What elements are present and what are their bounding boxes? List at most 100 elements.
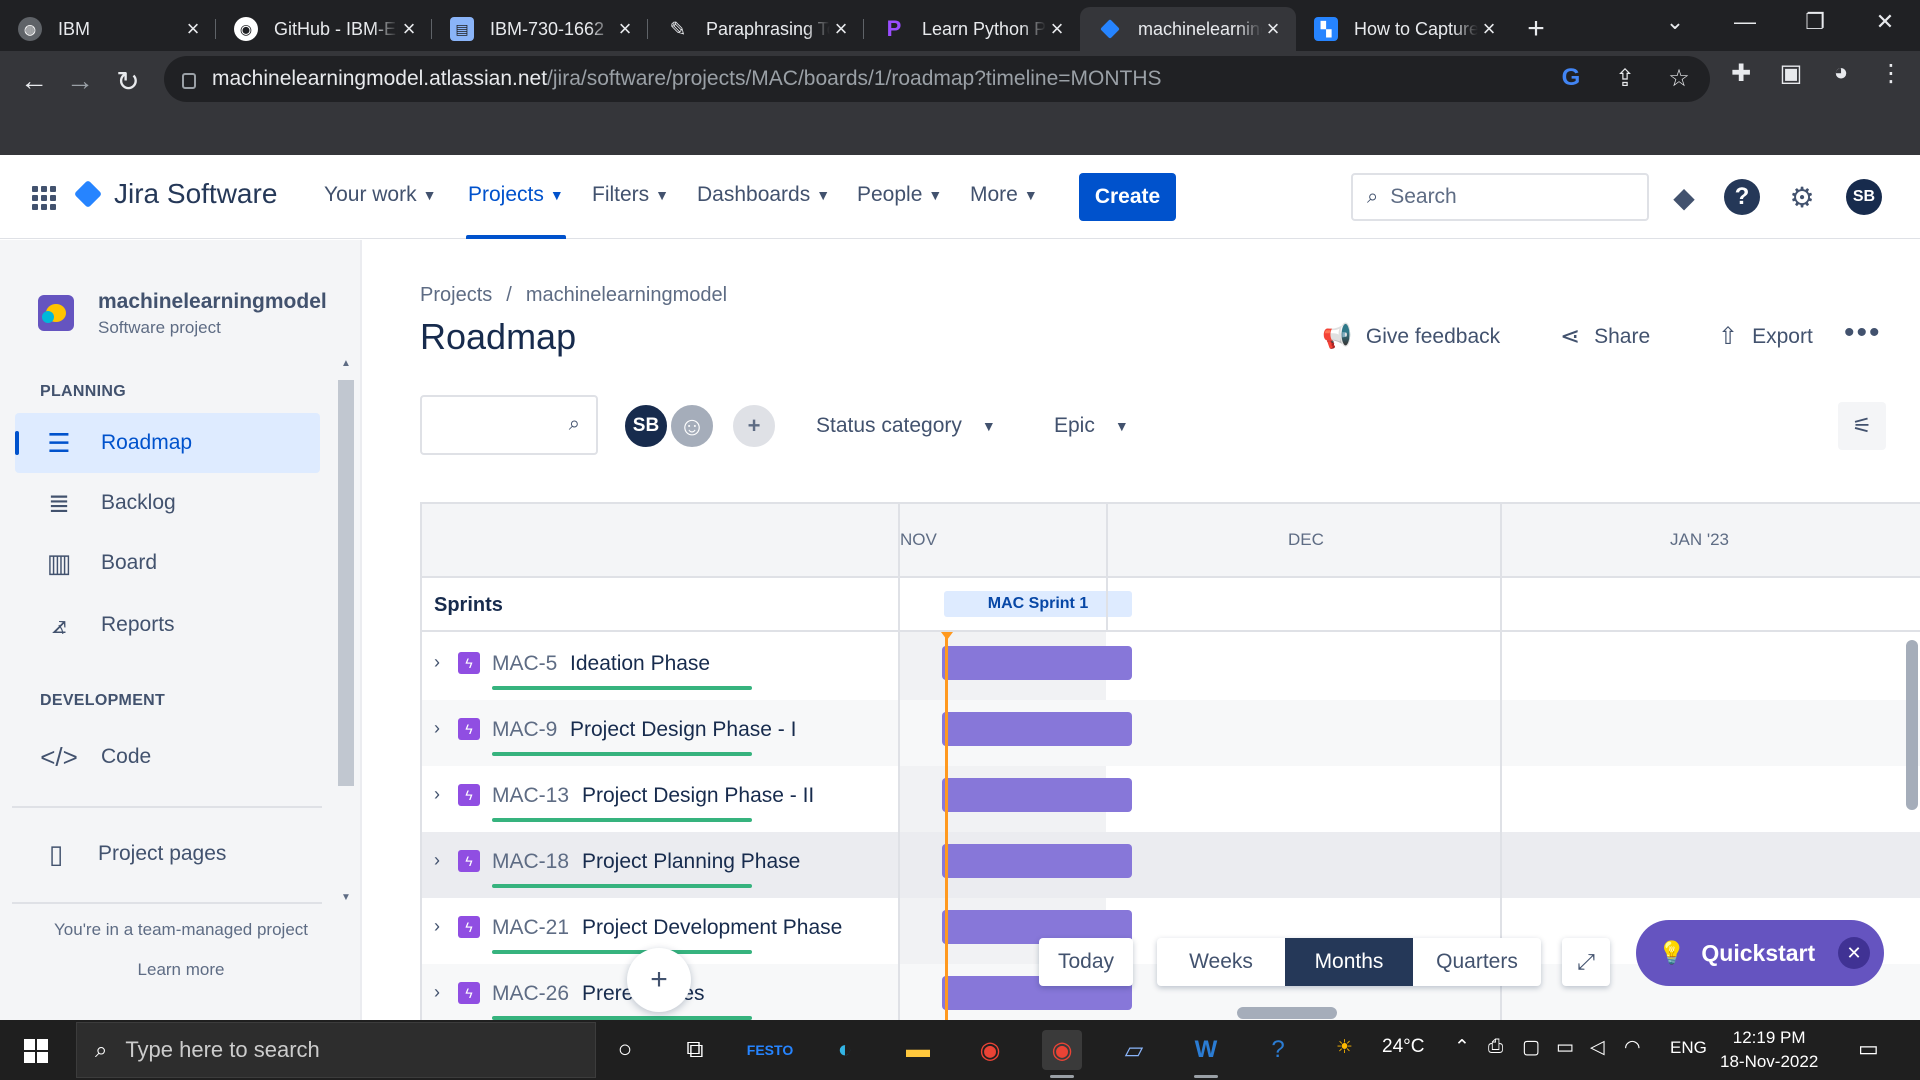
- export-button[interactable]: ⇧ Export: [1718, 322, 1813, 351]
- epic-timeline-bar[interactable]: [942, 778, 1132, 812]
- browser-tab-ibm-730[interactable]: ▤ IBM-730-1662 ×: [432, 7, 648, 51]
- view-settings-icon[interactable]: ⚟: [1838, 402, 1886, 450]
- jira-search-input[interactable]: ⌕ Search: [1351, 173, 1649, 221]
- task-view-icon[interactable]: ⧉: [675, 1030, 715, 1070]
- timeline-horizontal-scrollbar[interactable]: [1237, 1007, 1337, 1019]
- browser-menu-icon[interactable]: ⋮: [1876, 59, 1906, 88]
- close-icon[interactable]: ×: [1478, 16, 1500, 42]
- user-avatar[interactable]: SB: [1846, 179, 1882, 215]
- address-bar[interactable]: machinelearningmodel.atlassian.net/jira/…: [164, 56, 1710, 102]
- epic-summary[interactable]: Project Design Phase - I: [570, 718, 796, 742]
- taskbar-search-input[interactable]: ⌕ Type here to search: [76, 1022, 596, 1078]
- epic-key[interactable]: MAC-13: [492, 784, 569, 808]
- forward-icon[interactable]: →: [62, 63, 98, 99]
- browser-tab-ibm[interactable]: ◍ IBM ×: [0, 7, 216, 51]
- share-button[interactable]: ⋖ Share: [1560, 322, 1650, 351]
- close-icon[interactable]: ×: [830, 16, 852, 42]
- share-page-icon[interactable]: ⇪: [1610, 64, 1640, 93]
- zoom-quarters[interactable]: Quarters: [1413, 938, 1541, 986]
- festo-app-icon[interactable]: FESTO: [747, 1030, 793, 1070]
- fullscreen-icon[interactable]: ⤢: [1562, 938, 1610, 986]
- expand-chevron-icon[interactable]: ›: [434, 850, 440, 871]
- chrome-icon[interactable]: ◉: [970, 1030, 1010, 1070]
- roadmap-search-input[interactable]: ⌕: [420, 395, 598, 455]
- extensions-puzzle-icon[interactable]: ✚: [1726, 59, 1756, 88]
- notifications-center-icon[interactable]: ▭: [1858, 1036, 1879, 1062]
- breadcrumb-projects[interactable]: Projects: [420, 284, 492, 306]
- project-name[interactable]: machinelearningmodel: [98, 290, 327, 314]
- avatar-filter-sb[interactable]: SB: [622, 402, 670, 450]
- sprint-bar[interactable]: MAC Sprint 1: [944, 591, 1132, 617]
- epic-row-mac-13[interactable]: › ϟ MAC-13 Project Design Phase - II: [422, 766, 1920, 832]
- browser-tab-paraphrasing[interactable]: ✎ Paraphrasing Tool ×: [648, 7, 864, 51]
- edge-icon[interactable]: ◐: [825, 1030, 865, 1070]
- learn-more-link[interactable]: Learn more: [0, 960, 362, 980]
- epic-summary[interactable]: Project Planning Phase: [582, 850, 800, 874]
- quickstart-button[interactable]: 💡 Quickstart ✕: [1636, 920, 1884, 986]
- new-tab-button[interactable]: +: [1516, 7, 1556, 51]
- weather-icon[interactable]: ☀: [1336, 1036, 1353, 1059]
- epic-row-mac-5[interactable]: › ϟ MAC-5 Ideation Phase: [422, 634, 1920, 700]
- epic-key[interactable]: MAC-9: [492, 718, 557, 742]
- notifications-icon[interactable]: ◆: [1666, 179, 1702, 215]
- file-explorer-icon[interactable]: ▬: [898, 1030, 938, 1070]
- help-app-icon[interactable]: ?: [1258, 1030, 1298, 1070]
- epic-filter[interactable]: Epic ▼: [1054, 414, 1129, 438]
- close-window-icon[interactable]: ✕: [1850, 9, 1920, 35]
- reload-icon[interactable]: ↻: [110, 63, 146, 99]
- tab-search-chevron-icon[interactable]: ⌄: [1640, 9, 1710, 35]
- notepad-icon[interactable]: ▱: [1114, 1030, 1154, 1070]
- sidebar-item-backlog[interactable]: ≣ Backlog: [15, 473, 320, 533]
- sidebar-item-code[interactable]: </> Code: [15, 727, 320, 787]
- browser-tab-github[interactable]: ◉ GitHub - IBM-EPBL/IBM-Project ×: [216, 7, 432, 51]
- today-button[interactable]: Today: [1039, 938, 1133, 986]
- nav-projects[interactable]: Projects ▼: [468, 183, 564, 207]
- nav-more[interactable]: More ▼: [970, 183, 1038, 207]
- tray-chevron-icon[interactable]: ⌃: [1454, 1036, 1470, 1059]
- create-button[interactable]: Create: [1079, 173, 1176, 221]
- nav-people[interactable]: People ▼: [857, 183, 942, 207]
- zoom-weeks[interactable]: Weeks: [1157, 938, 1285, 986]
- browser-tab-jira[interactable]: machinelearningmodel ×: [1080, 7, 1296, 51]
- minimize-icon[interactable]: —: [1710, 9, 1780, 35]
- browser-tab-how-to-capture[interactable]: ▚ How to Capture ×: [1296, 7, 1512, 51]
- settings-gear-icon[interactable]: ⚙: [1784, 179, 1820, 215]
- google-icon[interactable]: G: [1556, 64, 1586, 93]
- scroll-down-icon[interactable]: ▼: [341, 892, 351, 903]
- project-avatar-icon[interactable]: [38, 295, 74, 331]
- windows-start-icon[interactable]: [24, 1039, 48, 1063]
- sidebar-item-roadmap[interactable]: ☰ Roadmap: [15, 413, 320, 473]
- timeline-vertical-scrollbar[interactable]: [1906, 640, 1918, 810]
- epic-row-mac-18[interactable]: › ϟ MAC-18 Project Planning Phase: [422, 832, 1920, 898]
- epic-row-mac-9[interactable]: › ϟ MAC-9 Project Design Phase - I: [422, 700, 1920, 766]
- close-icon[interactable]: ×: [398, 16, 420, 42]
- close-icon[interactable]: ×: [182, 16, 204, 42]
- scroll-up-icon[interactable]: ▲: [341, 358, 351, 369]
- wifi-icon[interactable]: ◠: [1624, 1036, 1641, 1059]
- list-timeline-divider[interactable]: [898, 504, 900, 1020]
- close-icon[interactable]: ✕: [1838, 937, 1870, 969]
- sidebar-item-reports[interactable]: ⦨ Reports: [15, 595, 320, 655]
- volume-icon[interactable]: ◁: [1590, 1036, 1605, 1059]
- expand-chevron-icon[interactable]: ›: [434, 718, 440, 739]
- bookmark-star-icon[interactable]: ☆: [1664, 64, 1694, 93]
- sidebar-item-board[interactable]: ▥ Board: [15, 533, 320, 593]
- nav-your-work[interactable]: Your work ▼: [324, 183, 436, 207]
- epic-summary[interactable]: Project Development Phase: [582, 916, 842, 940]
- chrome-profile-icon[interactable]: ◉: [1042, 1030, 1082, 1078]
- expand-chevron-icon[interactable]: ›: [434, 916, 440, 937]
- close-icon[interactable]: ×: [1262, 16, 1284, 42]
- expand-chevron-icon[interactable]: ›: [434, 652, 440, 673]
- app-switcher-icon[interactable]: [32, 186, 56, 210]
- epic-timeline-bar[interactable]: [942, 712, 1132, 746]
- epic-key[interactable]: MAC-21: [492, 916, 569, 940]
- help-icon[interactable]: ?: [1724, 179, 1760, 215]
- add-epic-button[interactable]: +: [627, 948, 691, 1012]
- expand-chevron-icon[interactable]: ›: [434, 982, 440, 1003]
- epic-timeline-bar[interactable]: [942, 646, 1132, 680]
- battery-icon[interactable]: ▭: [1556, 1036, 1574, 1059]
- close-icon[interactable]: ×: [614, 16, 636, 42]
- epic-key[interactable]: MAC-5: [492, 652, 557, 676]
- side-panel-icon[interactable]: ▣: [1776, 59, 1806, 88]
- scrollbar-thumb[interactable]: [338, 380, 354, 786]
